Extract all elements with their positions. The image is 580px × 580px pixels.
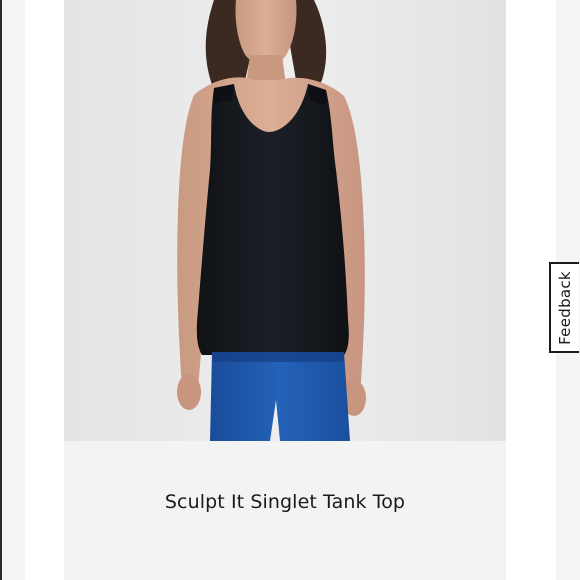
page-viewport: Sculpt It Singlet Tank Top Feedback (0, 0, 580, 580)
feedback-button[interactable]: Feedback (549, 262, 579, 353)
product-title-panel: Sculpt It Singlet Tank Top (64, 441, 506, 580)
product-photo-illustration (64, 0, 506, 441)
feedback-label: Feedback (556, 270, 574, 345)
product-card[interactable]: Sculpt It Singlet Tank Top (25, 0, 556, 580)
product-title[interactable]: Sculpt It Singlet Tank Top (64, 491, 506, 513)
product-image[interactable] (64, 0, 506, 441)
left-gutter (2, 0, 25, 580)
